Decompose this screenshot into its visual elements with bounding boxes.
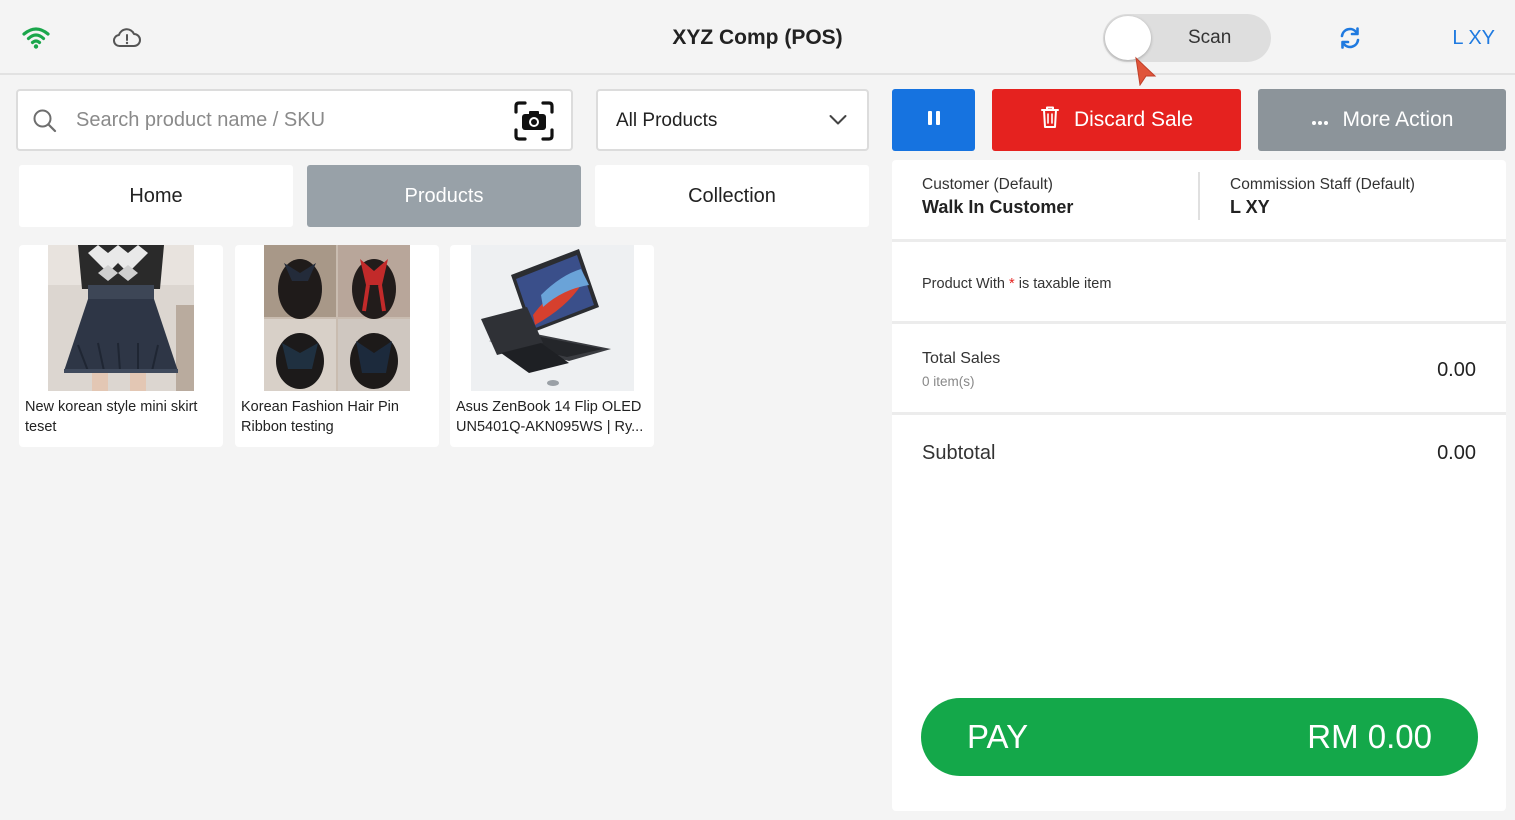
subtotal-value: 0.00: [1437, 442, 1476, 464]
more-action-label: More Action: [1342, 108, 1454, 131]
cloud-alert-icon[interactable]: [112, 24, 142, 52]
product-card[interactable]: Korean Fashion Hair Pin Ribbon testing: [235, 245, 439, 447]
staff-value: L XY: [1230, 197, 1270, 217]
pay-label: PAY: [967, 718, 1029, 755]
total-sales-row: Total Sales 0 item(s) 0.00: [892, 324, 1506, 415]
tax-note: Product With * is taxable item: [922, 276, 1111, 292]
total-sales-value: 0.00: [1437, 359, 1476, 381]
top-bar: XYZ Comp (POS) Scan L XY: [0, 0, 1515, 75]
ellipsis-icon: [1311, 108, 1329, 132]
product-filter-select[interactable]: All Products: [596, 89, 869, 151]
product-image-laptop: [471, 245, 634, 391]
pay-amount: RM 0.00: [1307, 718, 1432, 755]
customer-label: Customer (Default): [922, 176, 1053, 193]
pause-icon: [927, 110, 941, 131]
filter-selected-value: All Products: [616, 110, 718, 131]
page-title: XYZ Comp (POS): [672, 26, 843, 49]
product-image-skirt: [48, 245, 194, 391]
camera-scan-icon[interactable]: [513, 100, 555, 147]
mouse-cursor-icon: [1133, 56, 1159, 91]
tab-home[interactable]: Home: [19, 165, 293, 227]
search-input[interactable]: [76, 105, 496, 135]
customer-section: Customer (Default) Walk In Customer Comm…: [892, 160, 1506, 242]
sync-icon[interactable]: [1335, 24, 1365, 52]
customer-value: Walk In Customer: [922, 197, 1074, 217]
discard-sale-label: Discard Sale: [1073, 108, 1194, 131]
discard-sale-button[interactable]: Discard Sale: [992, 89, 1241, 151]
tax-note-suffix: is taxable item: [1018, 276, 1112, 292]
toggle-knob[interactable]: [1105, 16, 1151, 60]
hold-sale-button[interactable]: [892, 89, 975, 151]
subtotal-label: Subtotal: [922, 442, 996, 464]
product-name: Korean Fashion Hair Pin Ribbon testing: [241, 399, 399, 435]
product-image-hair-pin: [264, 245, 410, 391]
staff-label: Commission Staff (Default): [1230, 176, 1415, 193]
customer-selector[interactable]: Customer (Default) Walk In Customer: [922, 176, 1073, 218]
pay-button[interactable]: PAY RM 0.00: [921, 698, 1478, 776]
tax-note-prefix: Product With: [922, 276, 1005, 292]
product-card[interactable]: Asus ZenBook 14 Flip OLED UN5401Q-AKN095…: [450, 245, 654, 447]
user-name[interactable]: L XY: [1452, 27, 1495, 50]
total-sales-label: Total Sales: [922, 350, 1001, 367]
divider: [1198, 172, 1200, 220]
product-name: Asus ZenBook 14 Flip OLED UN5401Q-AKN095…: [456, 399, 644, 435]
commission-staff-selector[interactable]: Commission Staff (Default) L XY: [1230, 176, 1415, 218]
scan-toggle[interactable]: Scan: [1103, 14, 1271, 62]
scan-label: Scan: [1188, 27, 1232, 48]
taxable-star: *: [1009, 276, 1015, 292]
items-count: 0 item(s): [922, 374, 975, 389]
more-action-button[interactable]: More Action: [1258, 89, 1506, 151]
chevron-down-icon: [829, 113, 847, 131]
wifi-icon: [21, 24, 51, 52]
product-name: New korean style mini skirt teset: [25, 399, 198, 435]
tab-products[interactable]: Products: [307, 165, 581, 227]
trash-icon: [1040, 105, 1060, 135]
search-icon: [32, 108, 58, 139]
search-box[interactable]: [16, 89, 573, 151]
product-card[interactable]: New korean style mini skirt teset: [19, 245, 223, 447]
tax-note-section: Product With * is taxable item: [892, 242, 1506, 324]
tab-collection[interactable]: Collection: [595, 165, 869, 227]
